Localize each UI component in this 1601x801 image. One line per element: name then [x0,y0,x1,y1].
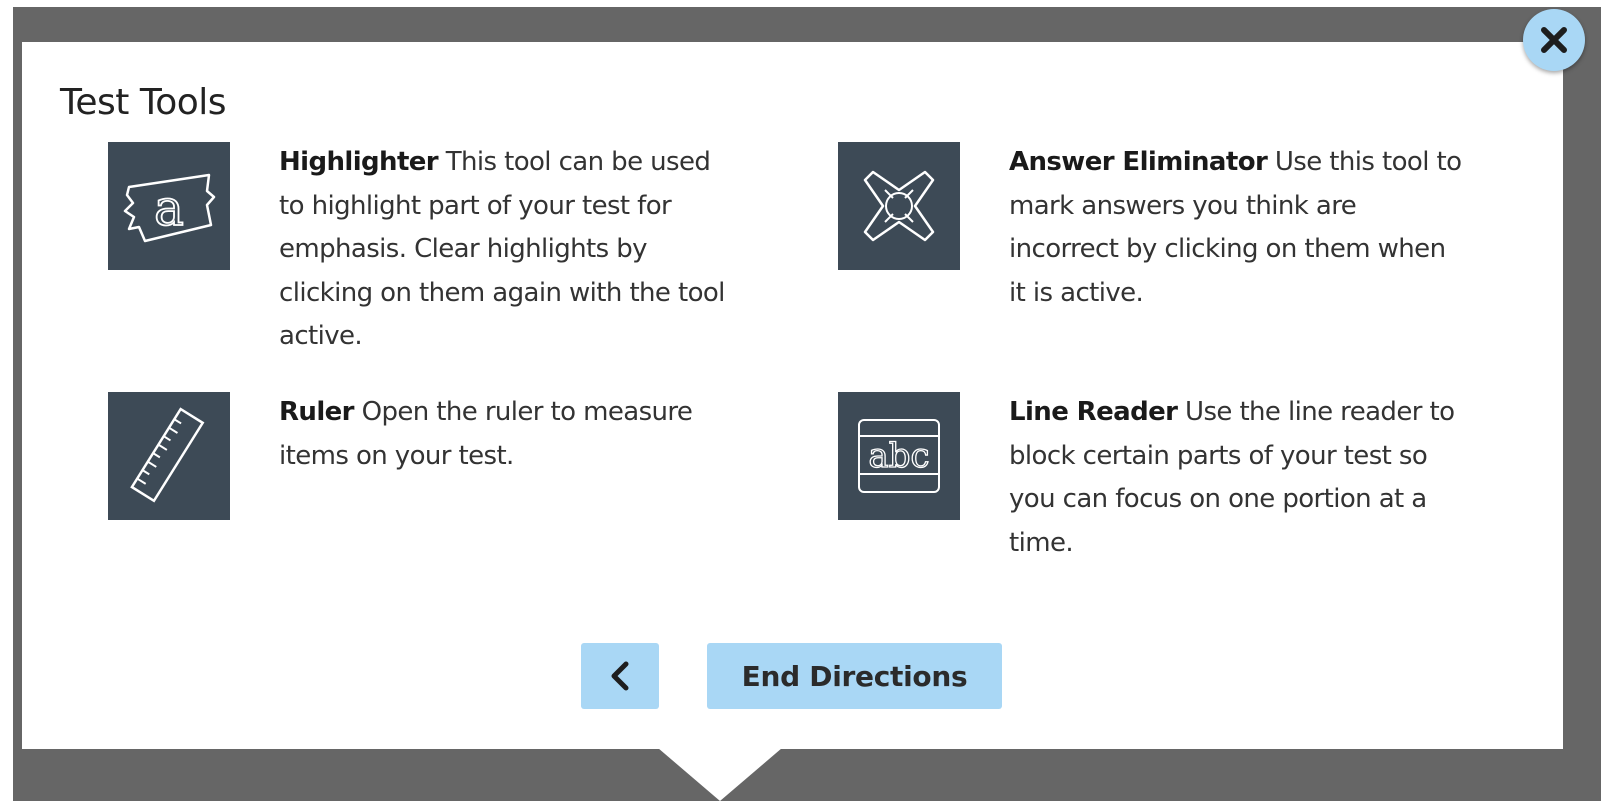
tool-description: This tool can be used to highlight part … [279,147,725,351]
tool-name: Line Reader [1009,397,1178,427]
line-reader-icon: abc [838,392,960,520]
back-button[interactable] [581,643,659,709]
ruler-description: Ruler Open the ruler to measure items on… [279,391,739,478]
svg-text:abc: abc [868,436,929,476]
tool-name: Highlighter [279,147,439,177]
dialog-pointer [658,748,782,801]
highlighter-description: Highlighter This tool can be used to hig… [279,141,739,359]
chevron-left-icon [611,661,629,691]
answer-eliminator-description: Answer Eliminator Use this tool to mark … [1009,141,1469,315]
tool-name: Ruler [279,397,355,427]
svg-text:a: a [154,179,184,237]
close-button[interactable] [1523,9,1585,71]
highlighter-icon: a [108,142,230,270]
tool-name: Answer Eliminator [1009,147,1268,177]
close-icon [1541,27,1567,53]
dialog-title: Test Tools [60,82,227,123]
end-directions-button[interactable]: End Directions [707,643,1002,709]
answer-eliminator-icon [838,142,960,270]
ruler-icon [108,392,230,520]
line-reader-description: Line Reader Use the line reader to block… [1009,391,1469,565]
